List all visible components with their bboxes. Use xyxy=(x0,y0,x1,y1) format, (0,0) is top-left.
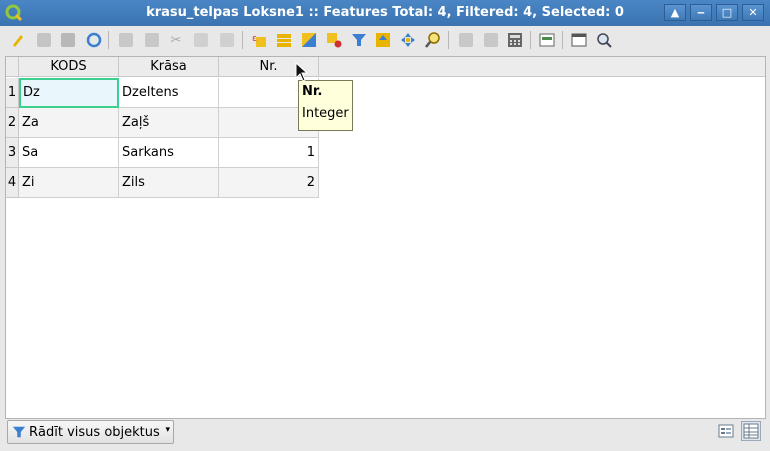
attribute-table-window: ✂ ε KODS Krāsa Nr. 1 Dz Dzeltens 2 Za Za… xyxy=(0,26,770,451)
conditional-formatting-icon[interactable] xyxy=(537,30,557,50)
tooltip-title: Nr. xyxy=(302,84,323,99)
copy-icon[interactable] xyxy=(191,30,211,50)
field-calculator-icon[interactable] xyxy=(505,30,525,50)
reload-icon[interactable] xyxy=(84,30,104,50)
corner-header[interactable] xyxy=(6,57,19,77)
table-cell[interactable]: Sarkans xyxy=(119,138,219,168)
table-cell[interactable]: Zaļš xyxy=(119,108,219,138)
row-number[interactable]: 3 xyxy=(6,138,19,168)
table-view-button[interactable] xyxy=(741,421,761,441)
paste-icon[interactable] xyxy=(217,30,237,50)
save-edits-icon[interactable] xyxy=(58,30,78,50)
table-cell[interactable]: Sa xyxy=(19,138,119,168)
table-cell[interactable]: Zi xyxy=(19,168,119,198)
column-tooltip: Nr. Integer xyxy=(298,80,353,131)
table-header: KODS Krāsa Nr. xyxy=(6,57,765,77)
table-row[interactable]: 2 Za Zaļš xyxy=(6,108,319,138)
actions-icon[interactable] xyxy=(594,30,614,50)
table-cell[interactable]: 1 xyxy=(219,138,319,168)
toggle-editing-icon[interactable] xyxy=(8,30,28,50)
delete-field-icon[interactable] xyxy=(481,30,501,50)
form-view-button[interactable] xyxy=(716,421,736,441)
attribute-toolbar: ✂ ε xyxy=(0,26,770,54)
invert-selection-icon[interactable] xyxy=(299,30,319,50)
svg-text:ε: ε xyxy=(252,34,257,44)
filter-label: Rādīt visus objektus xyxy=(29,424,160,440)
row-number[interactable]: 1 xyxy=(6,78,19,108)
row-number[interactable]: 4 xyxy=(6,168,19,198)
pan-to-selected-icon[interactable] xyxy=(398,30,418,50)
attribute-table[interactable]: KODS Krāsa Nr. 1 Dz Dzeltens 2 Za Zaļš 3… xyxy=(5,56,766,419)
show-all-features-dropdown[interactable]: Rādīt visus objektus ▾ xyxy=(7,420,174,444)
minimize-icon[interactable]: ‒ xyxy=(690,4,712,21)
select-by-expression-icon[interactable]: ε xyxy=(249,30,269,50)
chevron-down-icon: ▾ xyxy=(165,425,170,435)
form-view-icon xyxy=(718,424,734,438)
table-view-icon xyxy=(743,423,759,439)
dock-table-icon[interactable] xyxy=(569,30,589,50)
table-row[interactable]: 4 Zi Zils 2 xyxy=(6,168,319,198)
deselect-all-icon[interactable] xyxy=(324,30,344,50)
add-feature-icon[interactable] xyxy=(116,30,136,50)
column-header-kods[interactable]: KODS xyxy=(19,57,119,77)
move-selection-top-icon[interactable] xyxy=(373,30,393,50)
table-cell[interactable]: Za xyxy=(19,108,119,138)
mouse-cursor-icon xyxy=(295,62,309,82)
table-row[interactable]: 1 Dz Dzeltens xyxy=(6,78,319,108)
filter-select-icon[interactable] xyxy=(349,30,369,50)
row-number[interactable]: 2 xyxy=(6,108,19,138)
close-icon[interactable]: ✕ xyxy=(742,4,764,21)
delete-feature-icon[interactable] xyxy=(142,30,162,50)
table-cell[interactable]: Dz xyxy=(19,78,119,108)
table-cell[interactable]: 2 xyxy=(219,168,319,198)
table-cell[interactable]: Dzeltens xyxy=(119,78,219,108)
window-titlebar[interactable]: krasu_telpas Loksne1 :: Features Total: … xyxy=(0,0,770,26)
select-all-icon[interactable] xyxy=(274,30,294,50)
filter-icon xyxy=(12,426,26,438)
maximize-icon[interactable]: □ xyxy=(716,4,738,21)
column-header-krasa[interactable]: Krāsa xyxy=(119,57,219,77)
tooltip-type: Integer xyxy=(302,106,349,121)
new-field-icon[interactable] xyxy=(456,30,476,50)
window-title: krasu_telpas Loksne1 :: Features Total: … xyxy=(146,5,624,20)
up-arrow-icon[interactable]: ▲ xyxy=(664,4,686,21)
table-cell[interactable]: Zils xyxy=(119,168,219,198)
toggle-multi-edit-icon[interactable] xyxy=(34,30,54,50)
statusbar: Rādīt visus objektus ▾ xyxy=(0,418,770,451)
zoom-to-selected-icon[interactable] xyxy=(423,30,443,50)
cut-icon[interactable]: ✂ xyxy=(166,30,186,50)
table-row[interactable]: 3 Sa Sarkans 1 xyxy=(6,138,319,168)
